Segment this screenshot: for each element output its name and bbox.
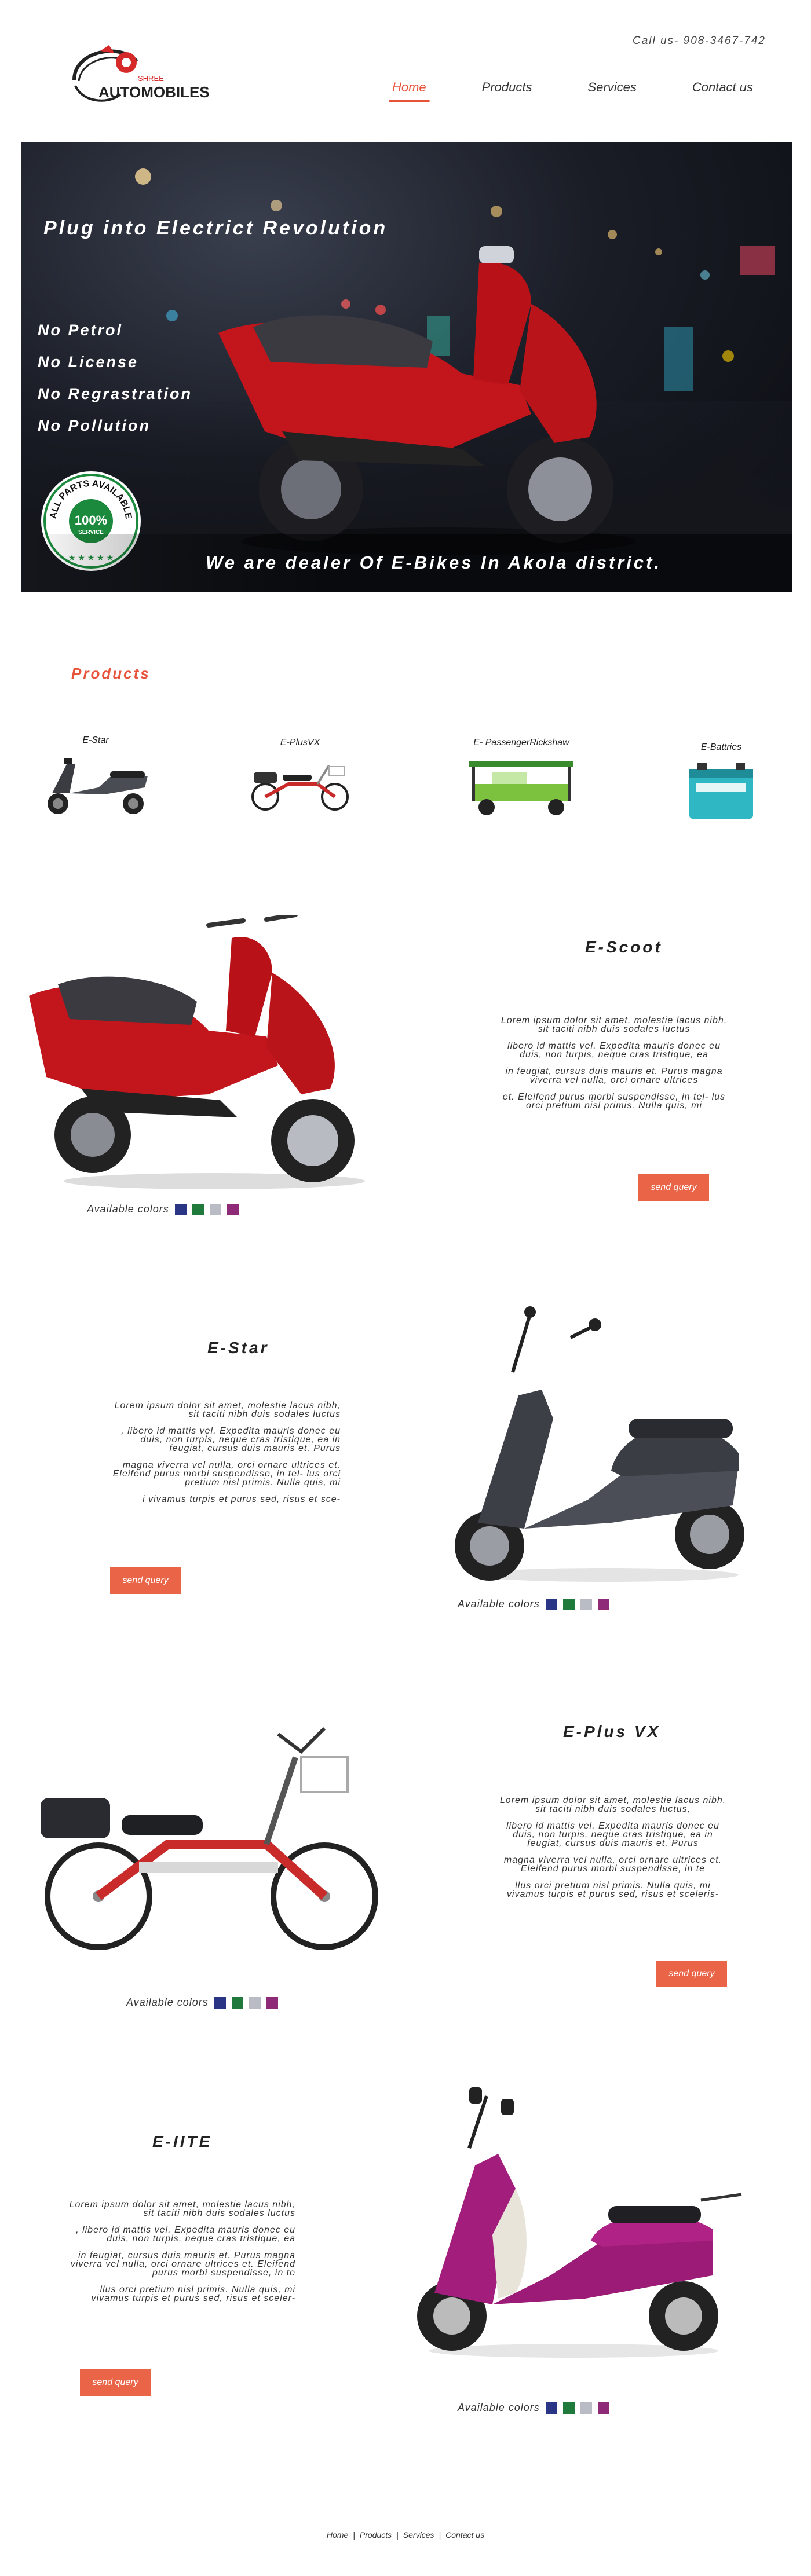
desc-paragraph: llus orci pretium nisl primis. Nulla qui… [506, 1881, 719, 1899]
desc-paragraph: in feugiat, cursus duis mauris et. Purus… [70, 2251, 295, 2278]
estar-colors: Available colors [458, 1598, 609, 1610]
main-nav: Home Products Services Contact us [354, 80, 770, 102]
estar-description: Lorem ipsum dolor sit amet, molestie lac… [109, 1401, 341, 1512]
product-card-rickshaw[interactable]: E- PassengerRickshaw [452, 738, 591, 819]
escoot-title: E-Scoot [585, 938, 663, 956]
rickshaw-thumb-image [469, 761, 573, 815]
color-swatch-purple[interactable] [597, 2402, 609, 2414]
footer-link-services[interactable]: Services [403, 2530, 434, 2540]
color-swatch-silver[interactable] [580, 2402, 592, 2414]
product-label: E-Star [82, 735, 109, 745]
estar-send-query-button[interactable]: send query [110, 1567, 181, 1594]
eplusvx-image [41, 1727, 378, 1950]
footer-link-products[interactable]: Products [360, 2530, 392, 2540]
hero-dealer-text: We are dealer Of E-Bikes In Akola distri… [206, 552, 662, 573]
product-label: E- PassengerRickshaw [473, 738, 569, 747]
desc-paragraph: Lorem ipsum dolor sit amet, molestie lac… [69, 2200, 295, 2218]
brand-logo-graphic: SHREE AUTOMOBILES [72, 45, 210, 102]
desc-paragraph: i vivamus turpis et purus sed, risus et … [143, 1494, 341, 1504]
products-heading: Products [71, 665, 151, 682]
hero-points: No Petrol No License No Regrastration No… [38, 321, 192, 449]
desc-paragraph: Lorem ipsum dolor sit amet, molestie lac… [501, 1016, 728, 1034]
escoot-description: Lorem ipsum dolor sit amet, molestie lac… [498, 1016, 730, 1118]
hero-scooter-image [218, 246, 635, 555]
color-swatch-blue[interactable] [545, 1598, 557, 1610]
eiite-colors: Available colors [458, 2402, 609, 2414]
eiite-description: Lorem ipsum dolor sit amet, molestie lac… [64, 2200, 295, 2311]
desc-paragraph: in feugiat, cursus duis mauris et. Purus… [505, 1067, 723, 1085]
color-swatch-green[interactable] [192, 1203, 204, 1215]
desc-paragraph: Lorem ipsum dolor sit amet, molestie lac… [499, 1795, 726, 1814]
nav-products[interactable]: Products [465, 80, 550, 101]
hero-point: No License [38, 353, 139, 371]
colors-label: Available colors [87, 1203, 169, 1215]
desc-paragraph: , libero id mattis vel. Expedita mauris … [121, 1426, 341, 1453]
color-swatch-blue[interactable] [214, 1996, 226, 2009]
color-swatch-purple[interactable] [597, 1598, 609, 1610]
color-swatch-silver[interactable] [580, 1598, 592, 1610]
desc-paragraph: , libero id mattis vel. Expedita mauris … [76, 2225, 295, 2244]
contact-phone: Call us- 908-3467-742 [632, 35, 766, 47]
color-swatch-green[interactable] [562, 2402, 575, 2414]
hero-point: No Pollution [38, 417, 151, 434]
color-swatch-silver[interactable] [209, 1203, 221, 1215]
badge-value: 100% [75, 513, 107, 527]
escoot-colors: Available colors [87, 1203, 239, 1215]
colors-label: Available colors [458, 1598, 540, 1610]
desc-paragraph: libero id mattis vel. Expedita mauris do… [507, 1041, 721, 1060]
footer-link-contact[interactable]: Contact us [445, 2530, 484, 2540]
escoot-image [29, 915, 365, 1189]
color-swatch-silver[interactable] [249, 1996, 261, 2009]
hero-tagline: Plug into Electrict Revolution [43, 217, 388, 239]
eplusvx-description: Lorem ipsum dolor sit amet, molestie lac… [497, 1796, 729, 1907]
eiite-send-query-button[interactable]: send query [80, 2369, 151, 2396]
hero-point: No Regrastration [38, 385, 193, 402]
desc-paragraph: llus orci pretium nisl primis. Nulla qui… [91, 2285, 295, 2303]
color-swatch-purple[interactable] [227, 1203, 239, 1215]
footer-separator: | [353, 2530, 355, 2540]
eplusvx-send-query-button[interactable]: send query [656, 1961, 727, 1987]
footer-separator: | [396, 2530, 399, 2540]
nav-contact[interactable]: Contact us [675, 80, 770, 101]
battery-thumb-image [689, 763, 753, 819]
color-swatch-blue[interactable] [174, 1203, 187, 1215]
estar-image [455, 1306, 744, 1582]
color-swatch-purple[interactable] [266, 1996, 278, 2009]
hero-dealer-strip: We are dealer Of E-Bikes In Akola distri… [21, 534, 792, 592]
footer-separator: | [439, 2530, 441, 2540]
product-card-estar[interactable]: E-Star [35, 735, 156, 816]
product-card-batteries[interactable]: E-Battries [678, 742, 765, 823]
hero-banner: Plug into Electrict Revolution No Petrol… [21, 142, 792, 592]
brand-name: AUTOMOBILES [98, 83, 210, 101]
site-footer: Home | Products | Services | Contact us [0, 2530, 811, 2540]
nav-services[interactable]: Services [570, 80, 653, 101]
desc-paragraph: magna viverra vel nulla, orci ornare ult… [503, 1855, 722, 1874]
color-swatch-green[interactable] [231, 1996, 243, 2009]
brand-logo[interactable]: SHREE AUTOMOBILES [68, 39, 219, 109]
eiite-image [417, 2087, 742, 2358]
product-label: E-Battries [700, 742, 742, 752]
site-header: SHREE AUTOMOBILES Call us- 908-3467-742 … [0, 0, 811, 139]
escoot-send-query-button[interactable]: send query [638, 1174, 709, 1201]
color-swatch-green[interactable] [562, 1598, 575, 1610]
desc-paragraph: libero id mattis vel. Expedita mauris do… [506, 1821, 719, 1848]
desc-paragraph: magna viverra vel nulla, orci ornare ult… [112, 1460, 341, 1487]
eplusvx-thumb-image [251, 764, 349, 811]
footer-link-home[interactable]: Home [327, 2530, 348, 2540]
nav-home[interactable]: Home [375, 80, 444, 102]
eplusvx-title: E-Plus VX [563, 1723, 661, 1740]
estar-thumb-image [48, 758, 148, 814]
eiite-title: E-IITE [152, 2132, 213, 2150]
colors-label: Available colors [458, 2402, 540, 2413]
color-swatch-blue[interactable] [545, 2402, 557, 2414]
colors-label: Available colors [126, 1996, 209, 2008]
hero-point: No Petrol [38, 321, 123, 339]
product-card-eplusvx[interactable]: E-PlusVX [242, 738, 358, 813]
desc-paragraph: Lorem ipsum dolor sit amet, molestie lac… [114, 1401, 341, 1419]
desc-paragraph: et. Eleifend purus morbi suspendisse, in… [502, 1092, 726, 1111]
product-label: E-PlusVX [280, 738, 320, 747]
eplusvx-colors: Available colors [126, 1996, 278, 2009]
estar-title: E-Star [207, 1339, 269, 1357]
brand-top: SHREE [138, 74, 164, 83]
